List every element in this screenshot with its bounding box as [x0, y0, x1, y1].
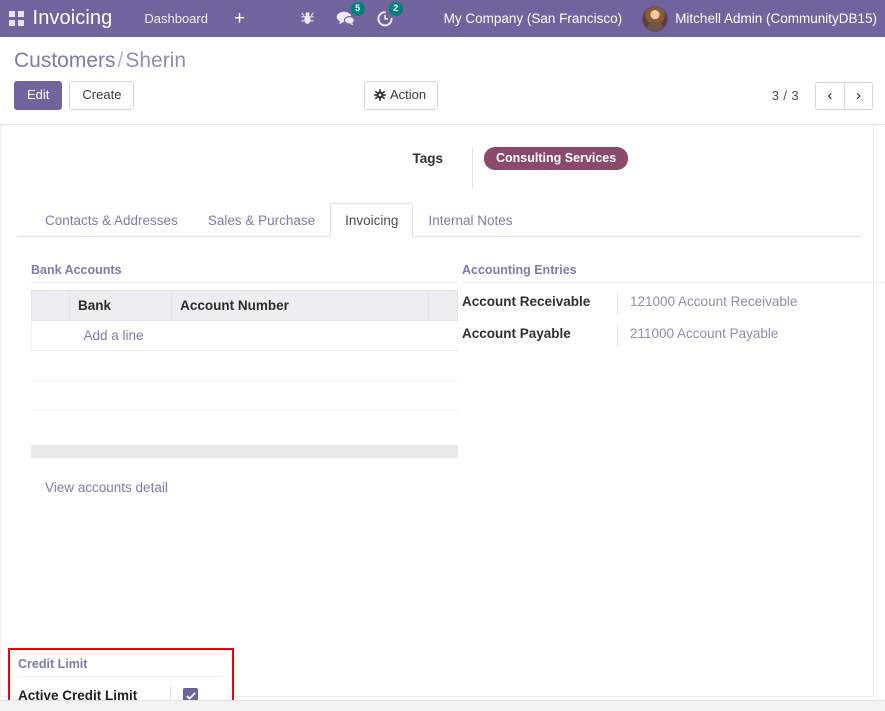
messages-button[interactable]: 5 [325, 0, 366, 37]
column-header-account-number[interactable]: Account Number [171, 290, 429, 321]
bank-accounts-table: Bank Account Number Add a line [31, 290, 458, 411]
add-line-handle-cell [31, 320, 70, 351]
menu-item-dashboard[interactable]: Dashboard [130, 0, 222, 37]
tags-field-row: Tags Consulting Services [1, 125, 873, 203]
breadcrumb: Customers/Sherin [12, 37, 873, 75]
user-menu[interactable]: Mitchell Admin (CommunityDB15) [642, 5, 885, 32]
bank-accounts-table-body: Add a line [31, 320, 458, 411]
notebook-tabs: Contacts & Addresses Sales & Purchase In… [17, 203, 861, 237]
gear-icon [374, 89, 386, 101]
bottom-status-band [0, 700, 885, 711]
table-header-row: Bank Account Number [31, 290, 458, 321]
activities-button[interactable]: 2 [366, 0, 404, 37]
app-brand-title: Invoicing [32, 7, 113, 29]
new-record-plus-button[interactable]: + [222, 0, 257, 37]
tags-field[interactable]: Consulting Services [472, 147, 629, 189]
check-icon [185, 691, 196, 700]
bank-accounts-table-footer [31, 445, 458, 458]
table-empty-row [31, 350, 458, 381]
account-receivable-value[interactable]: 121000 Account Receivable [617, 292, 885, 315]
tags-label: Tags [412, 151, 443, 166]
table-empty-row [31, 380, 458, 411]
tab-invoicing[interactable]: Invoicing [330, 203, 414, 237]
control-panel: Customers/Sherin Edit Create Action 3 / … [0, 37, 885, 125]
create-button[interactable]: Create [69, 81, 135, 110]
apps-grid-icon [8, 11, 24, 26]
form-sheet: Tags Consulting Services Contacts & Addr… [0, 125, 885, 711]
debug-bug-button[interactable] [290, 0, 325, 37]
bank-accounts-table-head: Bank Account Number [31, 290, 458, 321]
notebook: Contacts & Addresses Sales & Purchase In… [17, 203, 885, 497]
handle-column-header [31, 290, 70, 321]
delete-column-header [428, 290, 458, 321]
apps-menu-button[interactable] [0, 0, 33, 37]
empty-cell [31, 350, 458, 381]
breadcrumb-separator: / [117, 49, 124, 72]
pager-next-button[interactable]: › [844, 81, 873, 110]
add-a-line-row[interactable]: Add a line [31, 320, 458, 351]
add-a-line-link[interactable]: Add a line [78, 328, 144, 343]
credit-limit-title: Credit Limit [18, 657, 223, 677]
activities-badge-count: 2 [388, 2, 403, 16]
edit-button[interactable]: Edit [14, 81, 63, 110]
avatar [642, 5, 669, 32]
account-payable-label: Account Payable [462, 326, 571, 341]
tab-internal-notes[interactable]: Internal Notes [413, 203, 527, 237]
breadcrumb-root-link[interactable]: Customers [14, 49, 116, 72]
control-panel-buttons-row: Edit Create Action 3 / 3 ‹ › [12, 75, 873, 124]
view-accounts-detail-link[interactable]: View accounts detail [31, 458, 168, 495]
field-row-account-receivable: Account Receivable 121000 Account Receiv… [462, 292, 885, 315]
tab-panel-invoicing: Bank Accounts Bank Account Number Add a … [17, 237, 885, 497]
accounting-entries-title: Accounting Entries [462, 263, 885, 283]
accounting-entries-group: Accounting Entries Account Receivable 12… [458, 263, 885, 497]
pager: 3 / 3 ‹ › [771, 81, 873, 110]
messages-badge-count: 5 [350, 2, 365, 16]
form-view: Tags Consulting Services Contacts & Addr… [0, 125, 885, 711]
tab-contacts-addresses[interactable]: Contacts & Addresses [30, 203, 193, 237]
account-payable-value[interactable]: 211000 Account Payable [617, 324, 885, 347]
pager-previous-button[interactable]: ‹ [815, 81, 844, 110]
pager-count: 3 / 3 [771, 88, 799, 103]
bug-icon [300, 12, 314, 24]
empty-cell [31, 380, 458, 411]
pager-buttons: ‹ › [815, 81, 873, 110]
column-header-bank[interactable]: Bank [69, 290, 173, 321]
action-button[interactable]: Action [364, 81, 439, 110]
account-receivable-label: Account Receivable [462, 294, 591, 309]
user-menu-label: Mitchell Admin (CommunityDB15) [675, 11, 877, 26]
tab-sales-purchase[interactable]: Sales & Purchase [193, 203, 330, 237]
company-switcher[interactable]: My Company (San Francisco) [404, 11, 643, 26]
bank-accounts-title: Bank Accounts [31, 263, 458, 283]
action-button-label: Action [390, 87, 427, 102]
bank-accounts-group: Bank Accounts Bank Account Number Add a … [17, 263, 458, 497]
tag-badge[interactable]: Consulting Services [484, 147, 629, 170]
top-navbar: Invoicing Dashboard + 5 2 My Company (Sa… [0, 0, 885, 37]
field-row-account-payable: Account Payable 211000 Account Payable [462, 324, 885, 347]
breadcrumb-current-record: Sherin [125, 49, 187, 72]
add-line-cell[interactable]: Add a line [69, 320, 458, 351]
